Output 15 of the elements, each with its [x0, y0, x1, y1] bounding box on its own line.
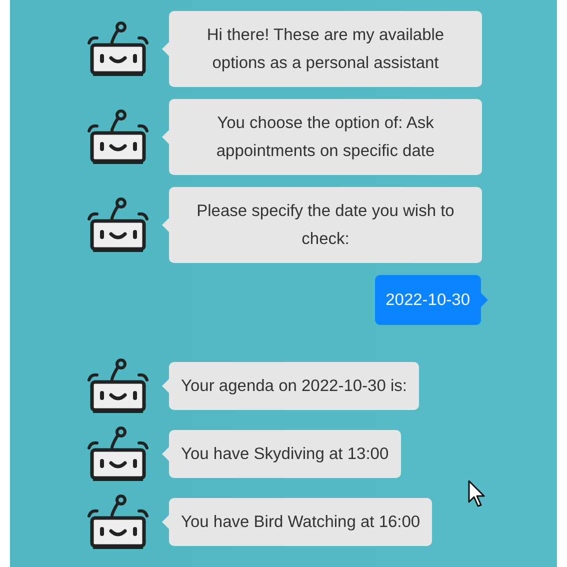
bot-message: You choose the option of: Ask appointments on specific date [169, 99, 482, 175]
bot-message: You have Bird Watching at 16:00 [169, 498, 432, 546]
bot-message: Your agenda on 2022-10-30 is: [169, 362, 419, 410]
user-message: 2022-10-30 [374, 275, 481, 325]
robot-icon [85, 21, 151, 77]
bot-message: You have Skydiving at 13:00 [169, 430, 401, 478]
robot-icon [85, 426, 151, 482]
bot-message: Hi there! These are my available options as a personal assistant [169, 11, 482, 87]
bot-message: Please specify the date you wish to check: [169, 187, 482, 263]
robot-icon [85, 494, 151, 550]
robot-icon [85, 197, 151, 253]
robot-icon [85, 358, 151, 414]
robot-icon [85, 109, 151, 165]
speech-bubble-tail [481, 293, 488, 307]
mouse-cursor-icon [468, 480, 486, 508]
